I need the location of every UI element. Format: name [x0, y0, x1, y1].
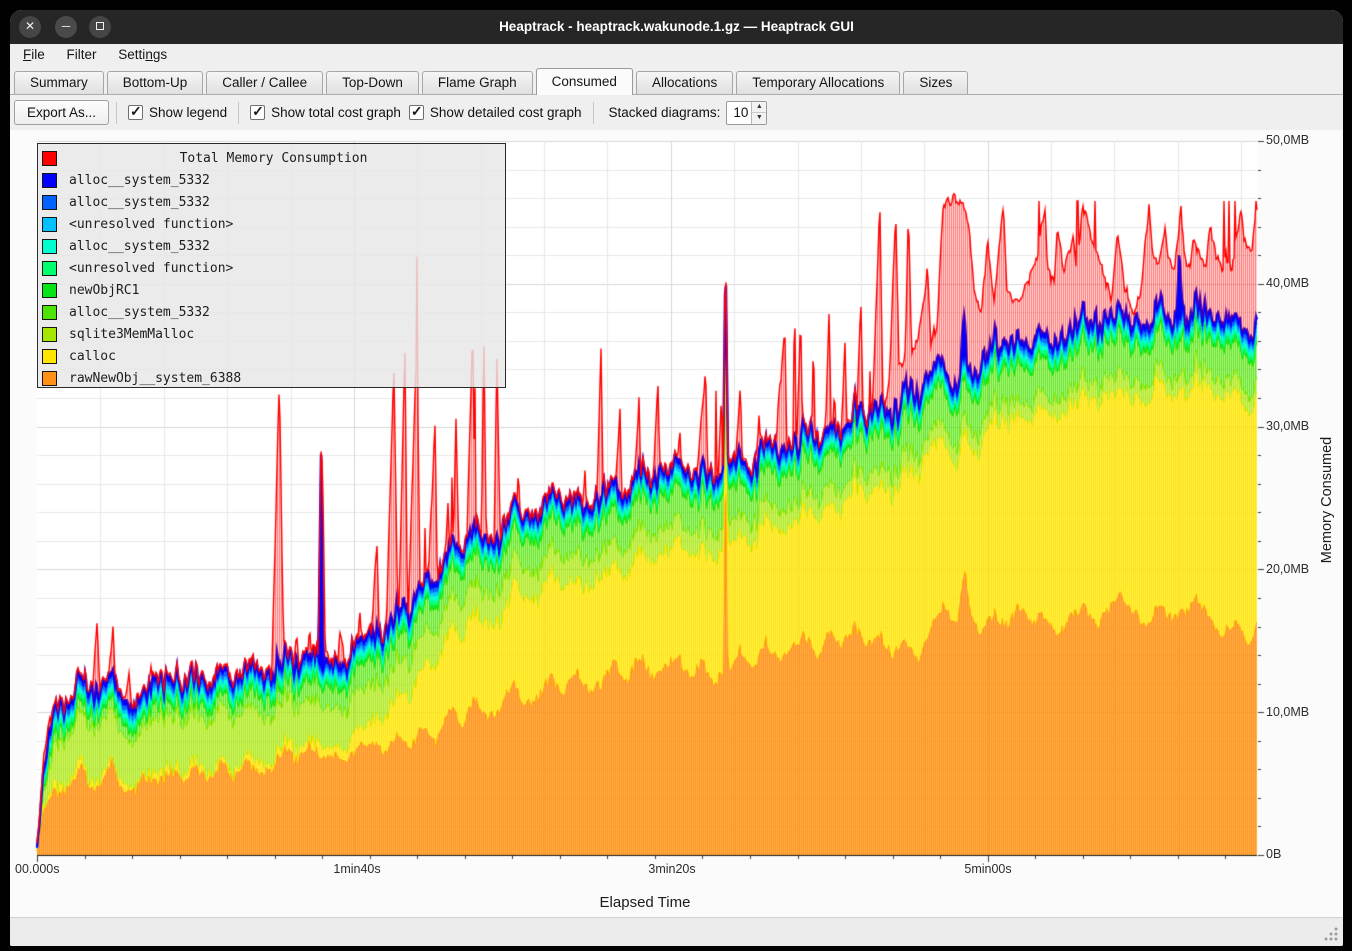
maximize-button[interactable] — [89, 16, 111, 38]
legend-row: rawNewObj__system_6388 — [38, 367, 505, 389]
close-button[interactable]: ✕ — [19, 16, 41, 38]
window-title: Heaptrack - heaptrack.wakunode.1.gz — He… — [130, 10, 1223, 44]
titlebar[interactable]: ✕ ─ Heaptrack - heaptrack.wakunode.1.gz … — [10, 10, 1343, 44]
y-tick-label: 50,0MB — [1266, 133, 1336, 149]
checkbox-icon[interactable] — [409, 105, 424, 120]
y-tick-label: 10,0MB — [1266, 705, 1336, 721]
legend-swatch — [42, 371, 57, 386]
heaptrack-window: ✕ ─ Heaptrack - heaptrack.wakunode.1.gz … — [10, 10, 1343, 946]
menu-filter[interactable]: Filter — [58, 44, 106, 65]
spinbox-value[interactable]: 10 — [727, 102, 751, 124]
chart-legend[interactable]: Total Memory Consumption alloc__system_5… — [37, 143, 506, 388]
legend-row: newObjRC1 — [38, 279, 505, 301]
show-detailed-cost-checkbox[interactable]: Show detailed cost graph — [409, 105, 582, 120]
legend-swatch — [42, 305, 57, 320]
tab-bottom-up[interactable]: Bottom-Up — [107, 71, 204, 94]
menu-settings[interactable]: Settings — [109, 44, 176, 65]
status-strip — [10, 917, 1343, 946]
x-axis-title: Elapsed Time — [545, 894, 745, 911]
toolbar-separator — [238, 102, 239, 124]
tab-allocations[interactable]: Allocations — [636, 71, 733, 94]
legend-swatch-red — [42, 151, 57, 166]
legend-swatch — [42, 327, 57, 342]
tab-sizes[interactable]: Sizes — [903, 71, 968, 94]
toolbar-separator — [116, 102, 117, 124]
minimize-button[interactable]: ─ — [55, 16, 77, 38]
tab-top-down[interactable]: Top-Down — [326, 71, 419, 94]
spin-up-icon[interactable]: ▲ — [752, 102, 766, 114]
resize-grip-icon[interactable] — [1324, 927, 1338, 941]
legend-row: <unresolved function> — [38, 257, 505, 279]
tabbar: Summary Bottom-Up Caller / Callee Top-Do… — [10, 68, 1343, 95]
checkbox-label: Show detailed cost graph — [430, 105, 582, 120]
menu-file[interactable]: File — [14, 44, 54, 65]
checkbox-label: Show legend — [149, 105, 227, 120]
x-tick-label: 5min00s — [943, 862, 1033, 878]
legend-row: alloc__system_5332 — [38, 191, 505, 213]
checkbox-icon[interactable] — [128, 105, 143, 120]
legend-swatch — [42, 217, 57, 232]
toolbar-separator — [593, 102, 594, 124]
legend-row: alloc__system_5332 — [38, 169, 505, 191]
y-axis-title: Memory Consumed — [1319, 420, 1337, 580]
checkbox-icon[interactable] — [250, 105, 265, 120]
x-tick-label: 3min20s — [627, 862, 717, 878]
legend-row: <unresolved function> — [38, 213, 505, 235]
checkbox-label: Show total cost graph — [271, 105, 401, 120]
export-as-button[interactable]: Export As... — [14, 100, 109, 125]
tab-temporary-allocations[interactable]: Temporary Allocations — [736, 71, 900, 94]
legend-row: sqlite3MemMalloc — [38, 323, 505, 345]
tab-consumed[interactable]: Consumed — [536, 68, 633, 95]
y-tick-label: 40,0MB — [1266, 276, 1336, 292]
show-total-cost-checkbox[interactable]: Show total cost graph — [250, 105, 401, 120]
legend-swatch — [42, 349, 57, 364]
legend-swatch — [42, 195, 57, 210]
maximize-icon — [96, 22, 104, 30]
legend-swatch — [42, 283, 57, 298]
x-tick-label: 00.000s — [15, 862, 105, 878]
show-legend-checkbox[interactable]: Show legend — [128, 105, 227, 120]
y-tick-label: 0B — [1266, 847, 1336, 863]
stacked-diagrams-label: Stacked diagrams: — [609, 105, 721, 120]
legend-swatch — [42, 261, 57, 276]
legend-swatch — [42, 173, 57, 188]
tab-caller-callee[interactable]: Caller / Callee — [206, 71, 323, 94]
legend-row-total: Total Memory Consumption — [38, 147, 505, 169]
legend-swatch — [42, 239, 57, 254]
spin-down-icon[interactable]: ▼ — [752, 113, 766, 124]
toolbar: Export As... Show legend Show total cost… — [10, 95, 1343, 130]
legend-row: alloc__system_5332 — [38, 301, 505, 323]
stacked-diagrams-spinbox[interactable]: 10 ▲ ▼ — [726, 101, 767, 125]
tab-summary[interactable]: Summary — [14, 71, 104, 94]
legend-row: alloc__system_5332 — [38, 235, 505, 257]
menubar: File Filter Settings — [10, 44, 1343, 68]
tab-flame-graph[interactable]: Flame Graph — [422, 71, 533, 94]
legend-row: calloc — [38, 345, 505, 367]
x-tick-label: 1min40s — [312, 862, 402, 878]
